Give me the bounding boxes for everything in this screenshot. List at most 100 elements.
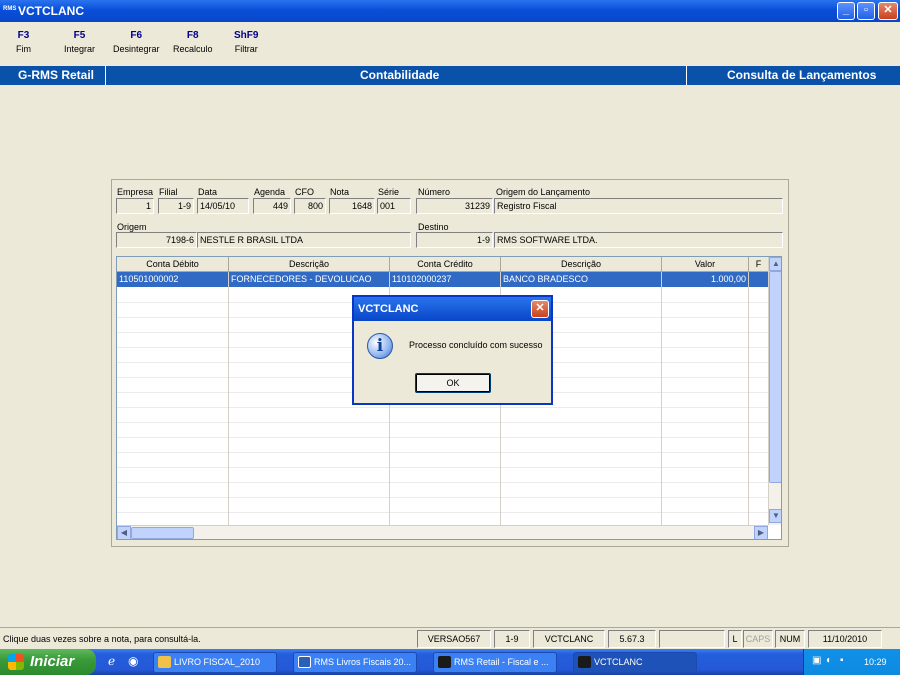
col-f[interactable]: F: [749, 257, 768, 272]
fkey-key: ShF9: [234, 30, 259, 41]
scroll-thumb[interactable]: [131, 527, 194, 539]
col-conta-credito[interactable]: Conta Crédito: [390, 257, 501, 272]
fkey-desintegrar-button[interactable]: F6 Desintegrar: [113, 30, 160, 54]
fkey-recalculo-button[interactable]: F8 Recalculo: [173, 30, 213, 54]
status-l: L: [728, 630, 742, 648]
grid-line: [117, 482, 768, 483]
minimize-icon[interactable]: _: [837, 2, 855, 20]
dialog-close-icon[interactable]: ✕: [531, 300, 549, 318]
cell-conta-debito: 110501000002: [117, 272, 229, 287]
fkey-key: F5: [73, 30, 86, 41]
data-field[interactable]: 14/05/10: [197, 198, 249, 214]
app-icon: RMS: [3, 6, 17, 12]
function-key-bar: F3 Fim F5 Integrar F6 Desintegrar F8 Rec…: [0, 22, 900, 66]
dialog-message: Processo concluído com sucesso: [409, 340, 543, 350]
grid-column-line: [748, 272, 749, 525]
grid-line: [117, 437, 768, 438]
start-label: Iniciar: [30, 653, 75, 670]
cfo-field[interactable]: 800: [294, 198, 326, 214]
grid-line: [117, 512, 768, 513]
fkey-label: Fim: [16, 44, 31, 54]
maximize-icon[interactable]: ▫: [857, 2, 875, 20]
fkey-filtrar-button[interactable]: ShF9 Filtrar: [234, 30, 258, 54]
filial-label: Filial: [159, 187, 178, 197]
close-icon[interactable]: ✕: [878, 2, 898, 20]
fkey-key: F3: [17, 30, 30, 41]
cell-f: [749, 272, 768, 287]
col-descricao-credito[interactable]: Descrição: [501, 257, 662, 272]
col-descricao-debito[interactable]: Descrição: [229, 257, 390, 272]
grid-line: [117, 452, 768, 453]
taskbar-item-rms-livros-fiscais[interactable]: RMS Livros Fiscais 20...: [293, 652, 417, 673]
nota-field[interactable]: 1648: [329, 198, 375, 214]
taskbar-item-rms-retail[interactable]: RMS Retail - Fiscal e ...: [433, 652, 557, 673]
nota-label: Nota: [330, 187, 350, 197]
window-titlebar: RMS VCTCLANC _ ▫ ✕: [0, 0, 900, 22]
fkey-fim-button[interactable]: F3 Fim: [16, 30, 31, 54]
agenda-field[interactable]: 449: [253, 198, 291, 214]
destino-codigo-field[interactable]: 1-9: [416, 232, 493, 248]
destino-label: Destino: [418, 222, 449, 232]
clock: 10:29: [864, 657, 887, 667]
network-icon[interactable]: ▣: [812, 655, 821, 666]
cfo-label: CFO: [295, 187, 314, 197]
status-programa: VCTCLANC: [533, 630, 605, 648]
scroll-down-icon[interactable]: ▼: [769, 509, 781, 523]
cell-descricao-debito: FORNECEDORES - DEVOLUCAO: [229, 272, 390, 287]
info-icon: i: [367, 333, 393, 359]
col-valor[interactable]: Valor: [662, 257, 749, 272]
scroll-up-icon[interactable]: ▲: [769, 257, 781, 271]
origem-lancamento-label: Origem do Lançamento: [496, 187, 591, 197]
status-date: 11/10/2010: [808, 630, 882, 648]
volume-icon[interactable]: ◐: [826, 655, 832, 666]
table-row[interactable]: 110501000002 FORNECEDORES - DEVOLUCAO 11…: [117, 272, 768, 287]
origem-nome-field[interactable]: NESTLE R BRASIL LTDA: [197, 232, 411, 248]
start-button[interactable]: Iniciar: [0, 649, 96, 675]
origem-lancamento-field[interactable]: Registro Fiscal: [494, 198, 783, 214]
status-versao: VERSAO567: [417, 630, 491, 648]
rms-app-icon: [578, 656, 591, 668]
taskbar-item-livro-fiscal[interactable]: LIVRO FISCAL_2010: [153, 652, 277, 673]
destino-nome-field[interactable]: RMS SOFTWARE LTDA.: [494, 232, 783, 248]
fkey-label: Desintegrar: [113, 44, 160, 54]
status-bar: Clique duas vezes sobre a nota, para con…: [0, 627, 900, 649]
browser-icon[interactable]: ◉: [128, 654, 138, 668]
grid-header: Conta Débito Descrição Conta Crédito Des…: [117, 257, 768, 272]
taskbar-item-vctclanc[interactable]: VCTCLANC: [573, 652, 697, 673]
scroll-thumb[interactable]: [769, 271, 781, 483]
scroll-left-icon[interactable]: ◀: [117, 526, 131, 539]
divider: [105, 66, 106, 85]
word-document-icon: [298, 656, 311, 668]
fkey-label: Filtrar: [234, 44, 258, 54]
col-conta-debito[interactable]: Conta Débito: [117, 257, 229, 272]
taskbar-item-label: RMS Retail - Fiscal e ...: [454, 657, 549, 667]
horizontal-scrollbar[interactable]: ◀ ▶: [117, 525, 768, 539]
empresa-field[interactable]: 1: [116, 198, 154, 214]
taskbar-item-label: LIVRO FISCAL_2010: [174, 657, 261, 667]
status-caps: CAPS: [743, 630, 773, 648]
filial-field[interactable]: 1-9: [158, 198, 194, 214]
grid-line: [117, 422, 768, 423]
windows-logo-icon: [8, 654, 24, 670]
module-name: Contabilidade: [360, 68, 440, 82]
grid-column-line: [228, 272, 229, 525]
fkey-integrar-button[interactable]: F5 Integrar: [64, 30, 95, 54]
serie-field[interactable]: 001: [377, 198, 411, 214]
ie-icon[interactable]: ℯ: [108, 654, 115, 668]
data-label: Data: [198, 187, 218, 197]
agenda-label: Agenda: [254, 187, 286, 197]
status-num: NUM: [775, 630, 805, 648]
numero-field[interactable]: 31239: [416, 198, 493, 214]
status-extra: [659, 630, 725, 648]
grid-line: [117, 497, 768, 498]
system-tray: ▣ ◐ ▪ 10:29: [803, 649, 900, 675]
origem-codigo-field[interactable]: 7198-6: [116, 232, 197, 248]
ok-button[interactable]: OK: [415, 373, 491, 393]
system-name: G-RMS Retail: [18, 68, 95, 82]
folder-icon: [158, 656, 171, 668]
vertical-scrollbar[interactable]: ▲ ▼: [768, 257, 781, 525]
scroll-right-icon[interactable]: ▶: [754, 526, 768, 539]
rms-tray-icon[interactable]: ▪: [840, 655, 844, 666]
grid-column-line: [661, 272, 662, 525]
taskbar: Iniciar ℯ ◉ LIVRO FISCAL_2010 RMS Livros…: [0, 649, 900, 675]
